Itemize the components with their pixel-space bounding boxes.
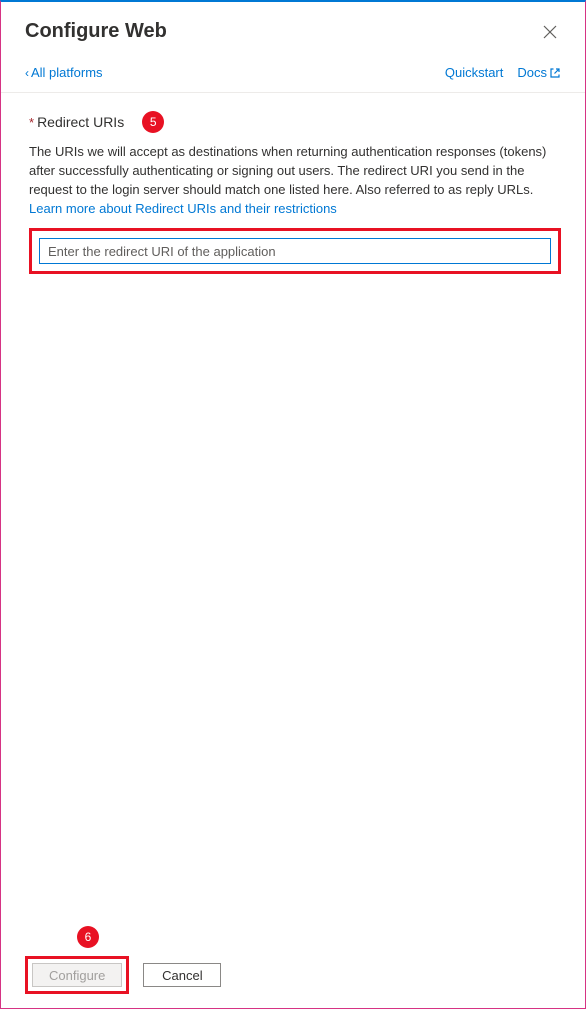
quickstart-link[interactable]: Quickstart	[445, 65, 504, 80]
callout-badge-6: 6	[77, 926, 99, 948]
section-heading-text: Redirect URIs	[37, 114, 124, 130]
chevron-left-icon: ‹	[25, 66, 29, 80]
close-icon	[543, 25, 557, 39]
required-star-icon: *	[29, 115, 34, 130]
configure-highlight-box: Configure	[25, 956, 129, 994]
section-description: The URIs we will accept as destinations …	[29, 143, 561, 218]
configure-button[interactable]: Configure	[32, 963, 122, 987]
section-description-text: The URIs we will accept as destinations …	[29, 144, 546, 197]
back-link-label: All platforms	[31, 65, 103, 80]
docs-label: Docs	[517, 65, 547, 80]
docs-link[interactable]: Docs	[517, 65, 561, 80]
back-all-platforms-link[interactable]: ‹ All platforms	[25, 65, 103, 80]
input-highlight-box	[29, 228, 561, 274]
quickstart-label: Quickstart	[445, 65, 504, 80]
cancel-button[interactable]: Cancel	[143, 963, 221, 987]
section-heading: * Redirect URIs 5	[29, 111, 561, 133]
external-link-icon	[549, 67, 561, 79]
panel-title: Configure Web	[25, 20, 167, 43]
learn-more-link[interactable]: Learn more about Redirect URIs and their…	[29, 201, 337, 216]
close-button[interactable]	[539, 21, 561, 43]
redirect-uri-input[interactable]	[39, 238, 551, 264]
callout-badge-5: 5	[142, 111, 164, 133]
